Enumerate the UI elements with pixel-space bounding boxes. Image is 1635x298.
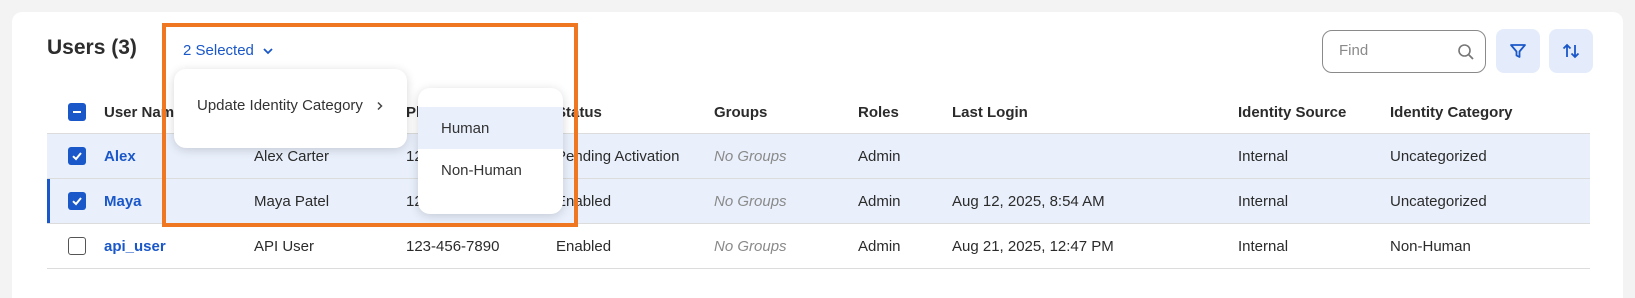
table-row[interactable]: api_user API User 123-456-7890 Enabled N…: [47, 224, 1590, 269]
filter-button[interactable]: [1496, 29, 1540, 73]
identity-category: Non-Human: [1390, 237, 1471, 255]
filter-icon: [1510, 44, 1526, 58]
roles: Admin: [858, 192, 901, 210]
groups: No Groups: [714, 147, 787, 165]
bulk-actions-menu: Update Identity Category: [174, 69, 407, 148]
column-header-groups[interactable]: Groups: [714, 91, 767, 133]
identity-source: Internal: [1238, 237, 1289, 255]
groups: No Groups: [714, 237, 787, 255]
full-name: API User: [254, 237, 315, 255]
identity-category-submenu: Human Non-Human: [418, 88, 563, 214]
user-name-link[interactable]: Alex: [104, 134, 136, 178]
last-login: Aug 12, 2025, 8:54 AM: [952, 192, 1105, 210]
identity-category: Uncategorized: [1390, 192, 1487, 210]
column-header-last-login[interactable]: Last Login: [952, 91, 1028, 133]
chevron-right-icon: [377, 101, 383, 110]
roles: Admin: [858, 147, 901, 165]
user-name-link[interactable]: api_user: [104, 224, 166, 268]
identity-source: Internal: [1238, 192, 1289, 210]
update-identity-category-menu-item[interactable]: Update Identity Category: [197, 97, 385, 114]
search-input[interactable]: [1339, 42, 1454, 59]
search-icon[interactable]: [1457, 43, 1475, 61]
page-title: Users (3): [47, 36, 137, 59]
column-header-roles[interactable]: Roles: [858, 91, 899, 133]
row-checkbox[interactable]: [68, 192, 86, 210]
sort-icon: [1562, 43, 1580, 59]
status: Pending Activation: [556, 147, 680, 165]
last-login: Aug 21, 2025, 12:47 PM: [952, 237, 1114, 255]
identity-category: Uncategorized: [1390, 147, 1487, 165]
table-row[interactable]: Maya Maya Patel 123-456-7890 Enabled No …: [47, 179, 1590, 224]
identity-source: Internal: [1238, 147, 1289, 165]
chevron-down-icon: [263, 47, 273, 54]
groups: No Groups: [714, 192, 787, 210]
row-checkbox[interactable]: [68, 237, 86, 255]
submenu-item-non-human[interactable]: Non-Human: [418, 149, 563, 191]
column-header-identity-category[interactable]: Identity Category: [1390, 91, 1513, 133]
status: Enabled: [556, 192, 612, 210]
indeterminate-icon: [73, 111, 81, 113]
user-name-link[interactable]: Maya: [104, 179, 142, 223]
status: Enabled: [556, 237, 612, 255]
checkbox-check-icon: [72, 152, 82, 161]
search-box: [1322, 30, 1486, 73]
select-all-checkbox[interactable]: [68, 103, 86, 121]
roles: Admin: [858, 237, 901, 255]
selected-actions-dropdown[interactable]: 2 Selected: [183, 42, 274, 59]
selected-count-label: 2 Selected: [183, 42, 254, 59]
sort-button[interactable]: [1549, 29, 1593, 73]
column-header-identity-source[interactable]: Identity Source: [1238, 91, 1346, 133]
phone: 123-456-7890: [406, 237, 500, 255]
menu-item-label: Update Identity Category: [197, 97, 363, 114]
checkbox-check-icon: [72, 197, 82, 206]
submenu-item-human[interactable]: Human: [418, 107, 563, 149]
full-name: Maya Patel: [254, 192, 330, 210]
column-header-user-name[interactable]: User Name: [104, 91, 182, 133]
row-checkbox[interactable]: [68, 147, 86, 165]
